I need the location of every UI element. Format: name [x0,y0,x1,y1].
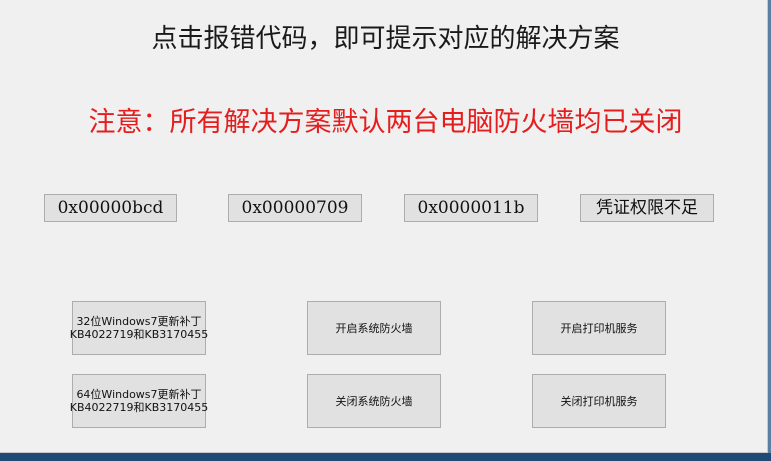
error-code-0x00000bcd-button[interactable]: 0x00000bcd [44,194,177,222]
enable-print-service-button[interactable]: 开启打印机服务 [532,301,666,355]
error-code-0x0000011b-button[interactable]: 0x0000011b [404,194,538,222]
disable-firewall-button[interactable]: 关闭系统防火墙 [307,374,441,428]
enable-firewall-button[interactable]: 开启系统防火墙 [307,301,441,355]
win7-32bit-patch-line2: KB4022719和KB3170455 [69,328,209,341]
insufficient-credentials-button[interactable]: 凭证权限不足 [580,194,714,222]
desktop-background-strip [0,453,771,461]
firewall-warning: 注意：所有解决方案默认两台电脑防火墙均已关闭 [88,107,683,138]
page-title: 点击报错代码，即可提示对应的解决方案 [151,24,620,54]
win7-64bit-patch-line1: 64位Windows7更新补丁 [76,388,202,401]
win7-64bit-patch-button[interactable]: 64位Windows7更新补丁 KB4022719和KB3170455 [69,374,209,428]
win7-32bit-patch-line1: 32位Windows7更新补丁 [76,315,202,328]
win7-64bit-patch-line2: KB4022719和KB3170455 [69,401,209,414]
disable-print-service-button[interactable]: 关闭打印机服务 [532,374,666,428]
error-code-0x00000709-button[interactable]: 0x00000709 [228,194,362,222]
win7-32bit-patch-button[interactable]: 32位Windows7更新补丁 KB4022719和KB3170455 [69,301,209,355]
main-window: 点击报错代码，即可提示对应的解决方案 注意：所有解决方案默认两台电脑防火墙均已关… [0,0,768,453]
